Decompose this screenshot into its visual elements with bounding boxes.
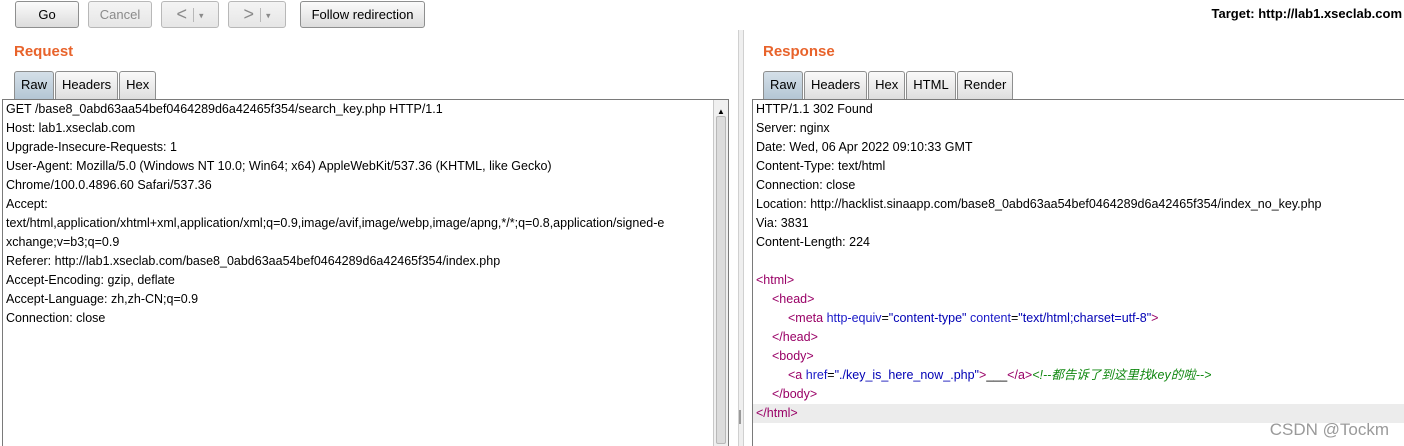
html-line: <head> (753, 290, 1404, 309)
request-line: GET /base8_0abd63aa54bef0464289d6a42465f… (6, 102, 443, 116)
request-line: Accept: (6, 197, 48, 211)
request-editor[interactable]: GET /base8_0abd63aa54bef0464289d6a42465f… (2, 99, 729, 446)
response-header-line: Connection: close (756, 178, 856, 192)
watermark: CSDN @Tockm (1269, 420, 1389, 439)
request-line: Connection: close (6, 311, 106, 325)
anchor-href-value: "./key_is_here_now_.php" (834, 368, 979, 382)
request-tab-raw[interactable]: Raw (14, 71, 55, 99)
html-comment: <!--都告诉了到这里找key的啦--> (1032, 368, 1212, 382)
response-header-line: Server: nginx (756, 121, 830, 135)
request-line: text/html,application/xhtml+xml,applicat… (6, 216, 665, 230)
html-open-tag: <html> (756, 273, 795, 287)
go-button[interactable]: Go (15, 1, 79, 28)
meta-value: "text/html;charset=utf-8" (1018, 311, 1152, 325)
response-header-line: Date: Wed, 06 Apr 2022 09:10:33 GMT (756, 140, 973, 154)
meta-tag: <meta (788, 311, 824, 325)
response-tab-raw[interactable]: Raw (763, 71, 804, 99)
meta-close: > (1151, 311, 1159, 325)
body-close-tag: </body> (772, 387, 818, 401)
request-scrollbar[interactable]: ▲ (713, 100, 728, 446)
request-line: Accept-Encoding: gzip, deflate (6, 273, 175, 287)
scroll-thumb[interactable] (716, 116, 726, 444)
response-header-line: Content-Length: 224 (756, 235, 870, 249)
chevron-down-icon[interactable]: ▾ (266, 10, 271, 20)
meta-attr: http-equiv (826, 311, 882, 325)
response-tab-render[interactable]: Render (956, 71, 1014, 99)
response-header-line: Via: 3831 (756, 216, 809, 230)
splitter-grip-icon (739, 410, 741, 424)
chevron-left-icon: < (176, 4, 187, 24)
response-header-line: Content-Type: text/html (756, 159, 886, 173)
head-close-tag: </head> (772, 330, 818, 344)
request-title: Request (14, 43, 74, 60)
html-line: <meta http-equiv="content-type" content=… (788, 311, 1159, 325)
back-button[interactable]: < ▾ (161, 1, 219, 28)
head-open-tag: <head> (772, 292, 815, 306)
html-line: </head> (753, 328, 1404, 347)
meta-value: "content-type" (888, 311, 967, 325)
request-line: Accept-Language: zh,zh-CN;q=0.9 (6, 292, 199, 306)
response-tab-html[interactable]: HTML (906, 71, 956, 99)
response-tabs: Raw Headers Hex HTML Render (763, 71, 1014, 99)
anchor-tag: <a (788, 368, 803, 382)
html-line: <body> (753, 347, 1404, 366)
html-line: <a href="./key_is_here_now_.php">___</a>… (788, 368, 1212, 382)
response-header-line: Location: http://hacklist.sinaapp.com/ba… (756, 197, 1322, 211)
request-line: Referer: http://lab1.xseclab.com/base8_0… (6, 254, 501, 268)
anchor-text: ___ (986, 368, 1008, 382)
body-open-tag: <body> (772, 349, 814, 363)
html-line: </body> (753, 385, 1404, 404)
response-viewer[interactable]: HTTP/1.1 302 Found Server: nginx Date: W… (752, 99, 1404, 446)
request-line: xchange;v=b3;q=0.9 (6, 235, 120, 249)
request-tabs: Raw Headers Hex (14, 71, 157, 99)
request-tab-hex[interactable]: Hex (119, 71, 157, 99)
chevron-right-icon: > (243, 4, 254, 24)
response-title: Response (763, 43, 835, 60)
html-close-tag: </html> (756, 406, 798, 420)
meta-attr: content (969, 311, 1011, 325)
anchor-attr: href (805, 368, 828, 382)
forward-button[interactable]: > ▾ (228, 1, 286, 28)
request-line: Host: lab1.xseclab.com (6, 121, 136, 135)
response-header-line: HTTP/1.1 302 Found (756, 102, 873, 116)
response-tab-headers[interactable]: Headers (804, 71, 868, 99)
follow-redirection-button[interactable]: Follow redirection (300, 1, 425, 28)
target-label: Target: http://lab1.xseclab.com (1211, 6, 1402, 21)
pane-splitter[interactable] (738, 30, 744, 446)
request-line: Upgrade-Insecure-Requests: 1 (6, 140, 177, 154)
anchor-close-tag: </a> (1007, 368, 1033, 382)
html-line: <html> (753, 271, 1404, 290)
cancel-button[interactable]: Cancel (88, 1, 152, 28)
chevron-down-icon[interactable]: ▾ (199, 10, 204, 20)
toolbar: Go Cancel < ▾ > ▾ Follow redirection Targe… (0, 0, 1404, 30)
response-tab-hex[interactable]: Hex (868, 71, 906, 99)
request-line: User-Agent: Mozilla/5.0 (Windows NT 10.0… (6, 159, 552, 173)
request-tab-headers[interactable]: Headers (55, 71, 119, 99)
request-line: Chrome/100.0.4896.60 Safari/537.36 (6, 178, 212, 192)
